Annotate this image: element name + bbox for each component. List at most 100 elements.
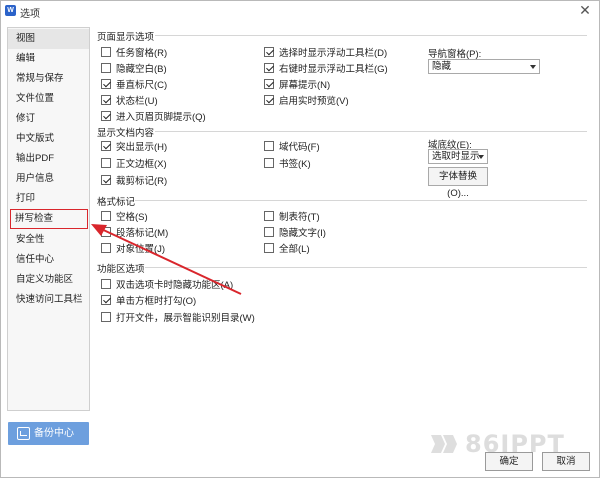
checkbox-screen-tips[interactable]: 屏幕提示(N)	[264, 77, 331, 91]
checkbox-label: 打开文件，展示智能识别目录(W)	[116, 312, 255, 324]
checkbox-header-footer-hint[interactable]: 进入页眉页脚提示(Q)	[101, 109, 206, 123]
checkbox-float-toolbar-select[interactable]: 选择时显示浮动工具栏(D)	[264, 45, 388, 59]
checkbox-label: 域代码(F)	[279, 141, 320, 153]
checkbox-spaces[interactable]: 空格(S)	[101, 209, 148, 223]
chevron-down-icon	[530, 65, 536, 69]
sidebar-item-general-save[interactable]: 常规与保存	[8, 69, 89, 89]
checkbox-hide-blank[interactable]: 隐藏空白(B)	[101, 61, 167, 75]
checkbox-box	[264, 78, 274, 89]
checkbox-label: 状态栏(U)	[116, 95, 158, 107]
checkbox-box	[101, 278, 111, 289]
checkbox-box	[264, 226, 274, 237]
sidebar-item-edit[interactable]: 编辑	[8, 49, 89, 69]
backup-center-label: 备份中心	[34, 428, 74, 439]
title-bar: W 选项 ✕	[1, 1, 599, 21]
sidebar-item-revision[interactable]: 修订	[8, 109, 89, 129]
checkbox-box	[101, 242, 111, 253]
group-title-page-display: 页面显示选项	[97, 32, 155, 43]
checkbox-label: 隐藏文字(I)	[279, 227, 326, 239]
checkbox-box	[101, 157, 111, 168]
checkbox-box	[101, 140, 111, 151]
checkbox-box	[101, 226, 111, 237]
checkbox-box	[264, 210, 274, 221]
nav-pane-label: 导航窗格(P):	[428, 49, 482, 60]
checkbox-bookmarks[interactable]: 书签(K)	[264, 156, 311, 170]
checkbox-box	[101, 294, 111, 305]
group-divider	[155, 35, 587, 36]
checkbox-box	[264, 157, 274, 168]
sidebar: 视图 编辑 常规与保存 文件位置 修订 中文版式 输出PDF 用户信息 打印 拼…	[7, 27, 90, 411]
sidebar-item-file-location[interactable]: 文件位置	[8, 89, 89, 109]
nav-pane-value: 隐藏	[432, 61, 452, 72]
checkbox-label: 空格(S)	[116, 211, 148, 223]
cancel-button[interactable]: 取消	[542, 452, 590, 471]
checkbox-label: 书签(K)	[279, 158, 311, 170]
group-title-doc-content: 显示文档内容	[97, 128, 155, 139]
checkbox-field-codes[interactable]: 域代码(F)	[264, 139, 320, 153]
sidebar-item-view[interactable]: 视图	[8, 29, 89, 49]
sidebar-item-customize-ribbon[interactable]: 自定义功能区	[8, 270, 89, 290]
checkbox-object-anchors[interactable]: 对象位置(J)	[101, 241, 166, 255]
group-divider	[155, 131, 587, 132]
close-icon[interactable]: ✕	[577, 2, 593, 18]
checkbox-box	[101, 62, 111, 73]
checkbox-label: 屏幕提示(N)	[279, 79, 331, 91]
options-dialog: W 选项 ✕ 视图 编辑 常规与保存 文件位置 修订 中文版式 输出PDF 用户…	[0, 0, 600, 478]
checkbox-highlight[interactable]: 突出显示(H)	[101, 139, 168, 153]
checkbox-task-pane[interactable]: 任务窗格(R)	[101, 45, 167, 59]
checkbox-box	[264, 140, 274, 151]
checkbox-box	[264, 94, 274, 105]
sidebar-item-security[interactable]: 安全性	[8, 230, 89, 250]
checkbox-label: 单击方框时打勾(O)	[116, 295, 197, 307]
checkbox-live-preview[interactable]: 启用实时预览(V)	[264, 93, 349, 107]
checkbox-box	[264, 242, 274, 253]
checkbox-tab-chars[interactable]: 制表符(T)	[264, 209, 320, 223]
checkbox-label: 双击选项卡时隐藏功能区(A)	[116, 279, 234, 291]
checkbox-box	[101, 174, 111, 185]
checkbox-paragraph-marks[interactable]: 段落标记(M)	[101, 225, 168, 239]
checkbox-text-border[interactable]: 正文边框(X)	[101, 156, 167, 170]
options-panel: 页面显示选项 任务窗格(R) 隐藏空白(B) 垂直标尺(C) 状态栏(U) 进入…	[97, 27, 593, 427]
backup-center-button[interactable]: 备份中心	[8, 422, 89, 445]
checkbox-label: 全部(L)	[279, 243, 310, 255]
checkbox-box	[101, 46, 111, 57]
nav-pane-select[interactable]: 隐藏	[428, 59, 540, 74]
group-divider	[135, 200, 587, 201]
sidebar-item-spell-check[interactable]: 拼写检查	[10, 209, 88, 229]
sidebar-item-user-info[interactable]: 用户信息	[8, 169, 89, 189]
checkbox-label: 裁剪标记(R)	[116, 175, 168, 187]
dialog-title: 选项	[20, 9, 40, 20]
sidebar-item-trust-center[interactable]: 信任中心	[8, 250, 89, 270]
group-divider	[145, 267, 587, 268]
checkbox-vertical-ruler[interactable]: 垂直标尺(C)	[101, 77, 168, 91]
backup-icon	[17, 427, 30, 440]
app-icon: W	[5, 5, 16, 16]
checkbox-smart-toc[interactable]: 打开文件，展示智能识别目录(W)	[101, 310, 255, 324]
sidebar-item-print[interactable]: 打印	[8, 189, 89, 209]
checkbox-label: 正文边框(X)	[116, 158, 167, 170]
field-shading-select[interactable]: 选取时显示	[428, 149, 488, 164]
checkbox-label: 进入页眉页脚提示(Q)	[116, 111, 206, 123]
checkbox-label: 突出显示(H)	[116, 141, 168, 153]
checkbox-all-marks[interactable]: 全部(L)	[264, 241, 310, 255]
checkbox-label: 垂直标尺(C)	[116, 79, 168, 91]
checkbox-label: 启用实时预览(V)	[279, 95, 349, 107]
checkbox-box	[264, 46, 274, 57]
checkbox-status-bar[interactable]: 状态栏(U)	[101, 93, 158, 107]
sidebar-item-output-pdf[interactable]: 输出PDF	[8, 149, 89, 169]
checkbox-label: 选择时显示浮动工具栏(D)	[279, 47, 388, 59]
checkbox-click-to-check[interactable]: 单击方框时打勾(O)	[101, 293, 197, 307]
checkbox-label: 隐藏空白(B)	[116, 63, 167, 75]
ok-button[interactable]: 确定	[485, 452, 533, 471]
chevron-down-icon	[478, 155, 484, 159]
checkbox-hidden-text[interactable]: 隐藏文字(I)	[264, 225, 326, 239]
checkbox-float-toolbar-rightclick[interactable]: 右键时显示浮动工具栏(G)	[264, 61, 388, 75]
checkbox-label: 对象位置(J)	[116, 243, 166, 255]
checkbox-crop-marks[interactable]: 裁剪标记(R)	[101, 173, 168, 187]
font-replace-button[interactable]: 字体替换(O)...	[428, 167, 488, 199]
sidebar-item-quick-access-toolbar[interactable]: 快速访问工具栏	[8, 290, 89, 310]
field-shading-value: 选取时显示	[432, 151, 480, 162]
checkbox-dblclick-hide-ribbon[interactable]: 双击选项卡时隐藏功能区(A)	[101, 277, 234, 291]
sidebar-item-chinese-layout[interactable]: 中文版式	[8, 129, 89, 149]
checkbox-box	[264, 62, 274, 73]
